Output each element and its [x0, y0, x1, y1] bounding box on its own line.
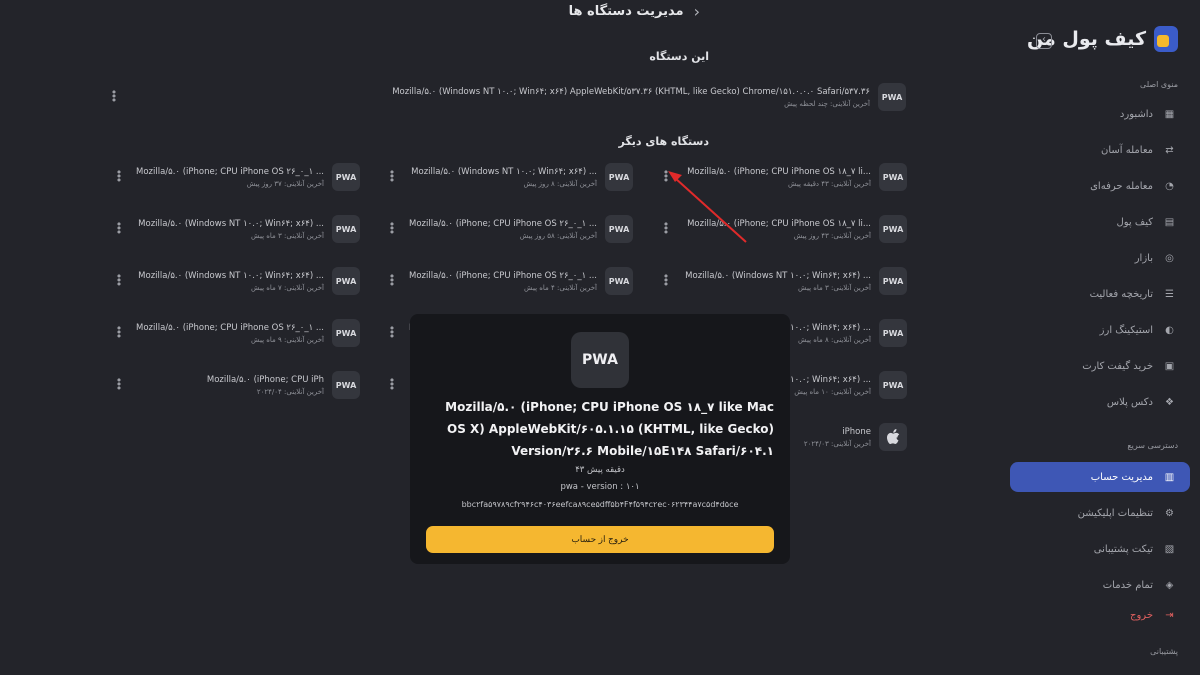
sidebar-item-swap[interactable]: ⇄ معامله آسان [1010, 135, 1190, 165]
main-content: › مدیریت دستگاه ها این دستگاه PWA Mozill… [0, 0, 1000, 675]
logout-icon: ⇥ [1165, 609, 1174, 621]
sidebar-item-services[interactable]: ◈ تمام خدمات [1010, 570, 1190, 600]
modal-version: pwa - version : ۱۰۱ [560, 482, 640, 492]
sidebar-item-account[interactable]: ▥ مدیریت حساب [1010, 462, 1190, 492]
sidebar-item-gift[interactable]: ▣ خرید گیفت کارت [1010, 351, 1190, 381]
sidebar-item-label: استیکینگ ارز [1099, 324, 1153, 336]
sidebar-item-settings[interactable]: ⚙ تنظیمات اپلیکیشن [1010, 498, 1190, 528]
sidebar-item-label: تاریخچه فعالیت [1089, 288, 1153, 300]
gift-icon: ▣ [1164, 360, 1175, 372]
sidebar-item-label: تمام خدمات [1102, 579, 1153, 591]
sidebar-item-label: خرید گیفت کارت [1082, 360, 1153, 372]
sidebar-item-label: تیکت پشتیبانی [1093, 543, 1153, 555]
main-menu-label: منوی اصلی [1140, 80, 1178, 89]
swap-icon: ⇄ [1165, 144, 1174, 156]
sidebar-item-chart[interactable]: ◔ معامله حرفه‌ای [1010, 171, 1190, 201]
pwa-badge-icon: PWA [571, 332, 629, 388]
sidebar-item-label: مدیریت حساب [1090, 471, 1153, 483]
sidebar-item-label: داشبورد [1119, 108, 1153, 120]
sidebar-item-label: معامله حرفه‌ای [1090, 180, 1153, 192]
wallet-icon: ▤ [1164, 216, 1175, 228]
wallet-logo-icon [1154, 26, 1178, 52]
history-icon: ☰ [1165, 288, 1174, 300]
modal-last-seen: ۴۳ دقیقه پیش [575, 465, 625, 475]
services-icon: ◈ [1165, 579, 1174, 591]
sidebar-item-dex[interactable]: ❖ دکس پلاس [1010, 387, 1190, 417]
account-icon: ▥ [1164, 471, 1175, 483]
sidebar-item-grid[interactable]: ▦ داشبورد [1010, 99, 1190, 129]
ticket-icon: ▧ [1164, 543, 1175, 555]
modal-device-id: bbc۲fa۵۹۷۸۹cf۲۹۴۶c۴۰۳۶eefca۸۹ce۵dff۵b۴F۴… [461, 500, 739, 509]
grid-icon: ▦ [1164, 108, 1175, 120]
sidebar-item-history[interactable]: ☰ تاریخچه فعالیت [1010, 279, 1190, 309]
quick-access-label: دسترسی سریع [1127, 441, 1178, 450]
modal-device-name: Mozilla/۵.۰ (iPhone; CPU iPhone OS ۱۸_۷ … [445, 400, 774, 458]
staking-icon: ◐ [1165, 324, 1174, 336]
market-icon: ◎ [1165, 252, 1174, 264]
sidebar-item-label: بازار [1134, 252, 1153, 264]
collapse-sidebar-icon[interactable]: ‹ [1036, 33, 1052, 49]
sidebar-item-label: کیف پول [1116, 216, 1153, 228]
sidebar-item-ticket[interactable]: ▧ تیکت پشتیبانی [1010, 534, 1190, 564]
sidebar-item-staking[interactable]: ◐ استیکینگ ارز [1010, 315, 1190, 345]
settings-icon: ⚙ [1165, 507, 1174, 519]
sidebar-item-wallet[interactable]: ▤ کیف پول [1010, 207, 1190, 237]
chart-icon: ◔ [1165, 180, 1174, 192]
sidebar-item-label: تنظیمات اپلیکیشن [1077, 507, 1153, 519]
sidebar-item-label: دکس پلاس [1106, 396, 1153, 408]
device-detail-modal: PWA Mozilla/۵.۰ (iPhone; CPU iPhone OS ۱… [410, 314, 790, 564]
support-label: پشتیبانی [1150, 647, 1178, 656]
sidebar-item-logout[interactable]: ⇥ خروج [1010, 600, 1190, 630]
sidebar-item-market[interactable]: ◎ بازار [1010, 243, 1190, 273]
logout-button[interactable]: خروج از حساب [426, 526, 774, 553]
dex-icon: ❖ [1165, 396, 1174, 408]
sidebar: کیف پول من ‹ منوی اصلی دسترسی سریع ▦ داشب… [1000, 0, 1200, 675]
sidebar-item-label: معامله آسان [1101, 144, 1153, 156]
sidebar-item-label: خروج [1130, 609, 1153, 621]
